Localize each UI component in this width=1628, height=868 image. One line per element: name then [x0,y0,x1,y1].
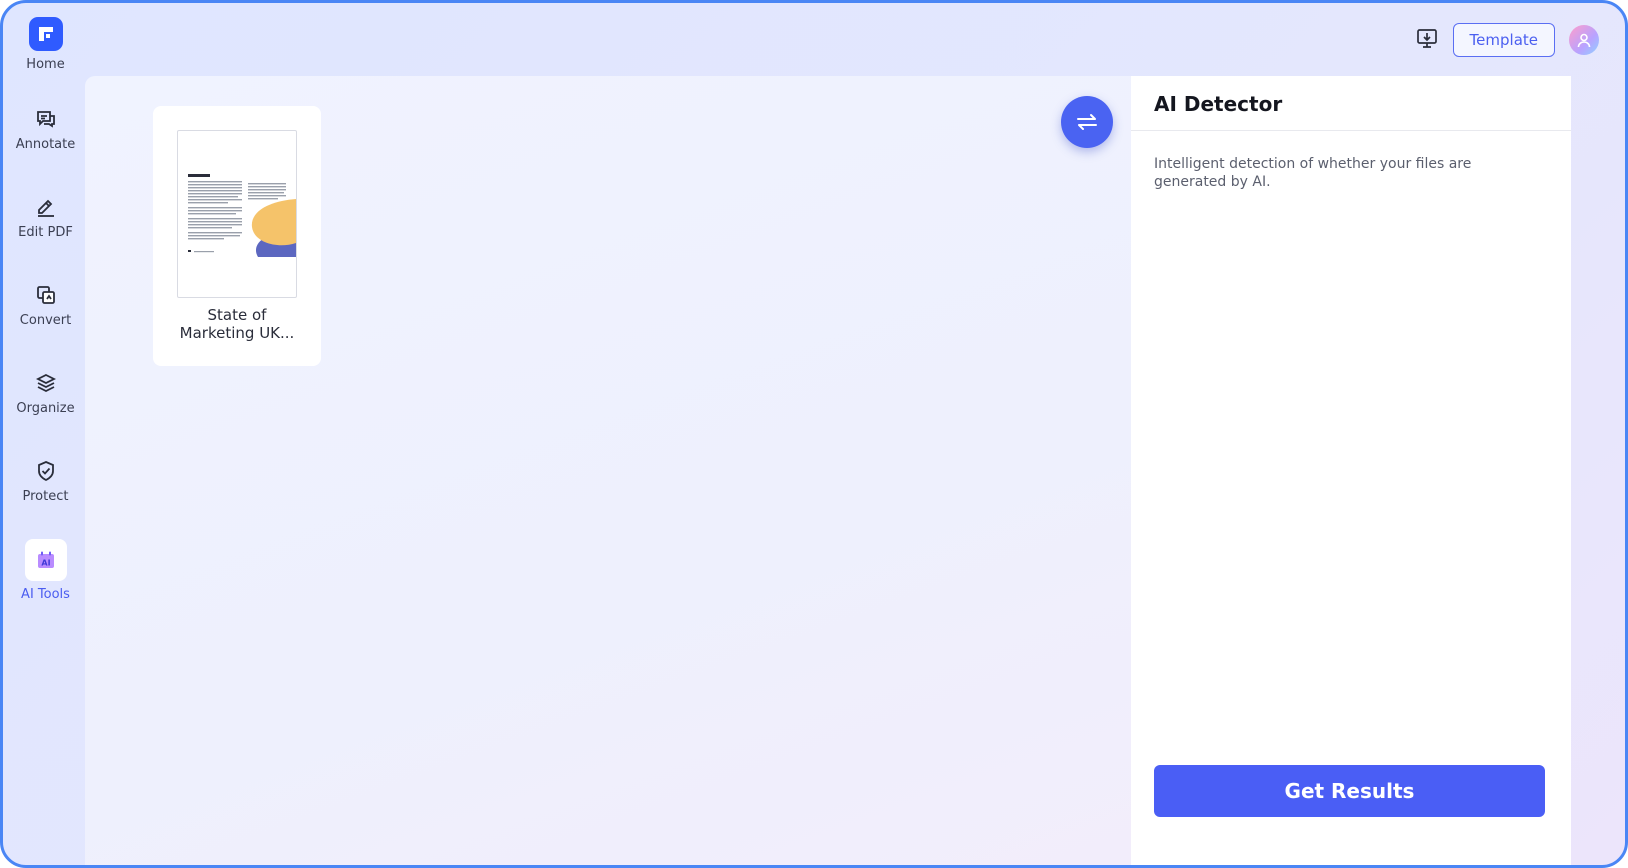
sidebar-item-label: Protect [22,489,69,504]
edit-pdf-icon [37,199,54,217]
file-card[interactable]: State of Marketing UK... [153,106,321,366]
protect-icon [37,461,54,482]
panel-title: AI Detector [1154,92,1283,116]
file-name-line2: Marketing UK... [179,324,295,342]
sidebar-item-convert[interactable]: Convert [3,283,88,328]
sidebar-item-label: AI Tools [21,587,70,602]
sidebar-item-label: Edit PDF [18,225,73,240]
desktop-download-icon[interactable] [1415,26,1439,55]
annotate-icon [36,111,55,128]
user-avatar-icon[interactable] [1569,25,1599,55]
template-button[interactable]: Template [1452,23,1555,57]
sidebar-item-organize[interactable]: Organize [3,371,88,416]
sidebar-item-label: Convert [19,313,72,328]
file-name-line1: State of [207,306,267,324]
panel-divider [1131,130,1571,131]
sidebar-item-ai-tools[interactable]: AI AI Tools [3,539,88,602]
sidebar-item-home[interactable]: Home [3,17,88,72]
convert-icon [36,286,55,304]
sidebar-item-protect[interactable]: Protect [3,459,88,504]
app-window: Home Annotate Edit PDF Convert Organize [0,0,1628,868]
topbar-actions: Template [1415,22,1599,58]
file-name: State of Marketing UK... [161,306,313,342]
sidebar-item-label: Annotate [15,137,76,152]
panel-description: Intelligent detection of whether your fi… [1154,156,1472,190]
ai-detector-panel: AI Detector Intelligent detection of whe… [1131,76,1571,865]
svg-text:AI: AI [41,559,50,568]
file-workspace: State of Marketing UK... [85,76,1131,865]
sidebar-item-label: Home [26,57,65,72]
swap-arrows-icon[interactable] [1061,96,1113,148]
home-logo-icon [28,17,63,51]
ai-tools-icon: AI [24,539,67,581]
get-results-button[interactable]: Get Results [1154,765,1545,817]
sidebar: Home Annotate Edit PDF Convert Organize [3,3,88,865]
sidebar-item-edit-pdf[interactable]: Edit PDF [3,195,88,240]
organize-icon [35,373,56,393]
sidebar-item-label: Organize [16,401,75,416]
sidebar-item-annotate[interactable]: Annotate [3,107,88,152]
file-thumbnail [177,130,297,298]
